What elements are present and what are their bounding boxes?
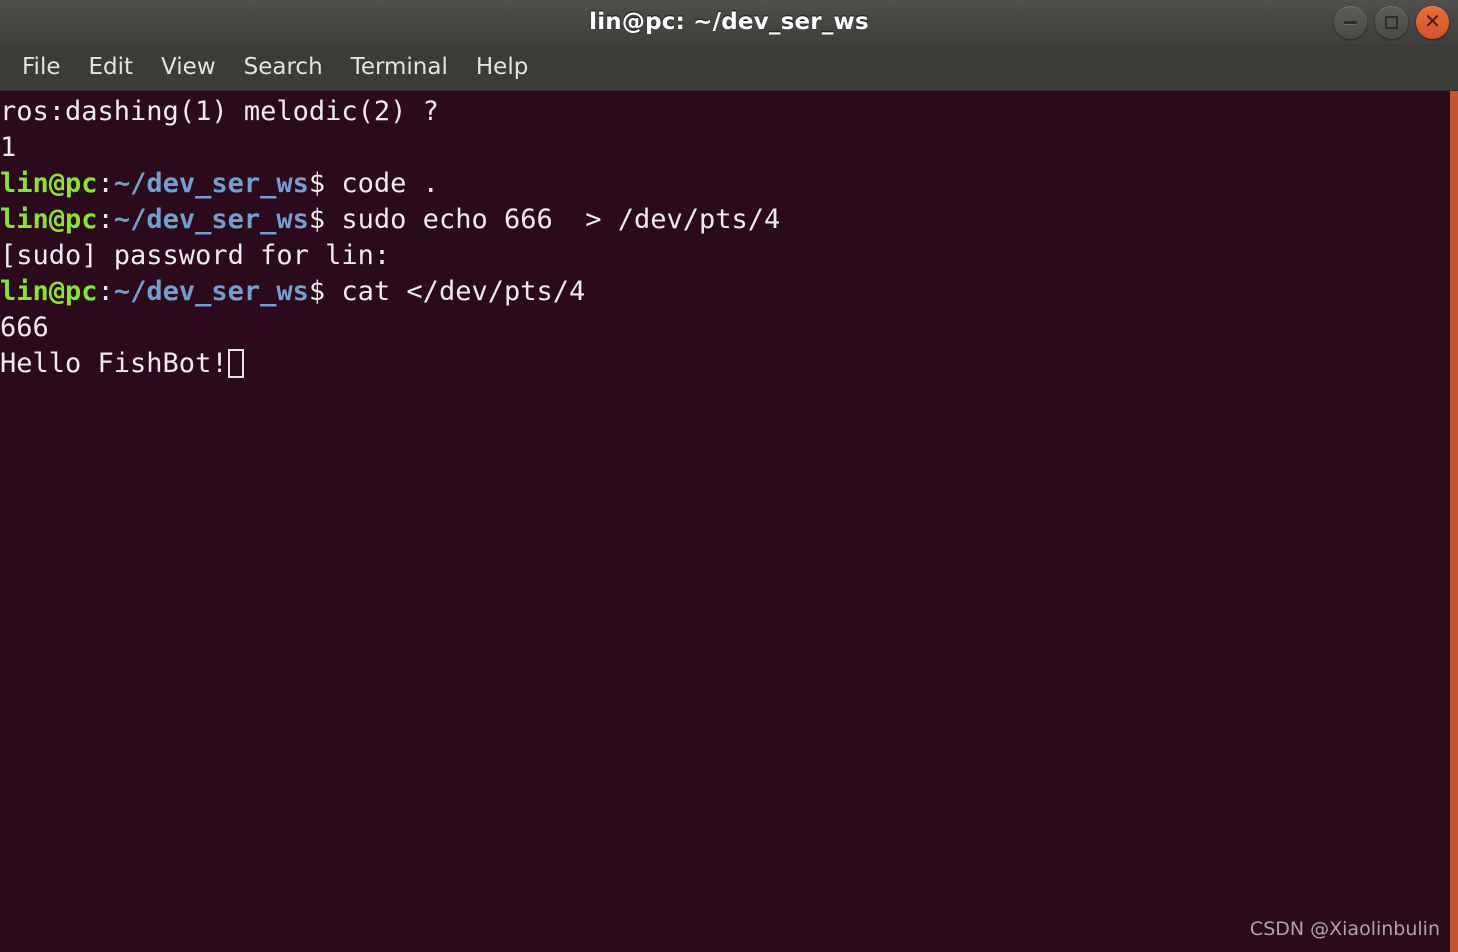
prompt-path: ~/dev_ser_ws xyxy=(113,276,309,307)
terminal-command-line: lin@pc:~/dev_ser_ws$ cat </dev/pts/4 xyxy=(0,274,1448,310)
menu-item-terminal[interactable]: Terminal xyxy=(337,52,462,82)
close-icon: ✕ xyxy=(1424,9,1441,33)
minimize-icon xyxy=(1344,20,1357,24)
maximize-button[interactable] xyxy=(1375,5,1408,39)
terminal-scrollbar-thumb[interactable] xyxy=(1450,91,1458,952)
title-bar[interactable]: lin@pc: ~/dev_ser_ws ✕ xyxy=(0,0,1458,44)
window-controls: ✕ xyxy=(1334,0,1449,44)
terminal-output-line: 666 xyxy=(0,310,1448,346)
terminal-command-line: lin@pc:~/dev_ser_ws$ code . xyxy=(0,166,1448,202)
menu-bar: File Edit View Search Terminal Help xyxy=(0,44,1458,91)
prompt-user-host: lin@pc xyxy=(0,276,98,307)
terminal-output-text: Hello FishBot! xyxy=(0,348,228,379)
terminal-command-text: sudo echo 666 > /dev/pts/4 xyxy=(341,204,781,235)
terminal-output-line: [sudo] password for lin: xyxy=(0,238,1448,274)
terminal-text: ros:dashing(1) melodic(2) ? 1 lin@pc:~/dev… xyxy=(0,94,1448,382)
prompt-path: ~/dev_ser_ws xyxy=(113,168,309,199)
close-button[interactable]: ✕ xyxy=(1416,5,1449,39)
prompt-symbol: $ xyxy=(308,276,342,307)
terminal-command-text: code . xyxy=(341,168,439,199)
terminal-output-line: 1 xyxy=(0,130,1448,166)
prompt-colon: : xyxy=(97,204,114,235)
prompt-symbol: $ xyxy=(308,204,342,235)
terminal-scrollbar[interactable] xyxy=(1450,91,1458,952)
prompt-colon: : xyxy=(97,276,114,307)
terminal-output-text: 666 xyxy=(0,312,49,343)
terminal-cursor xyxy=(227,349,244,378)
terminal-output-area[interactable]: ros:dashing(1) melodic(2) ? 1 lin@pc:~/dev… xyxy=(0,91,1458,952)
prompt-user-host: lin@pc xyxy=(0,168,98,199)
terminal-output-line: Hello FishBot! xyxy=(0,346,1448,382)
terminal-output-text: [sudo] password for lin: xyxy=(0,240,391,271)
prompt-user-host: lin@pc xyxy=(0,204,98,235)
menu-item-file[interactable]: File xyxy=(8,52,75,82)
menu-item-help[interactable]: Help xyxy=(462,52,542,82)
window-title: lin@pc: ~/dev_ser_ws xyxy=(589,9,869,35)
menu-item-search[interactable]: Search xyxy=(230,52,337,82)
terminal-output-text: ros:dashing(1) melodic(2) ? xyxy=(0,96,439,127)
prompt-symbol: $ xyxy=(308,168,342,199)
menu-item-edit[interactable]: Edit xyxy=(75,52,148,82)
terminal-output-line: ros:dashing(1) melodic(2) ? xyxy=(0,94,1448,130)
menu-item-view[interactable]: View xyxy=(147,52,230,82)
maximize-icon xyxy=(1385,15,1398,29)
watermark-text: CSDN @Xiaolinbulin xyxy=(1249,918,1440,940)
terminal-command-text: cat </dev/pts/4 xyxy=(341,276,586,307)
terminal-window: lin@pc: ~/dev_ser_ws ✕ File Edit View Se… xyxy=(0,0,1458,952)
prompt-path: ~/dev_ser_ws xyxy=(113,204,309,235)
terminal-command-line: lin@pc:~/dev_ser_ws$ sudo echo 666 > /de… xyxy=(0,202,1448,238)
minimize-button[interactable] xyxy=(1334,5,1367,39)
terminal-output-text: 1 xyxy=(0,132,17,163)
prompt-colon: : xyxy=(97,168,114,199)
